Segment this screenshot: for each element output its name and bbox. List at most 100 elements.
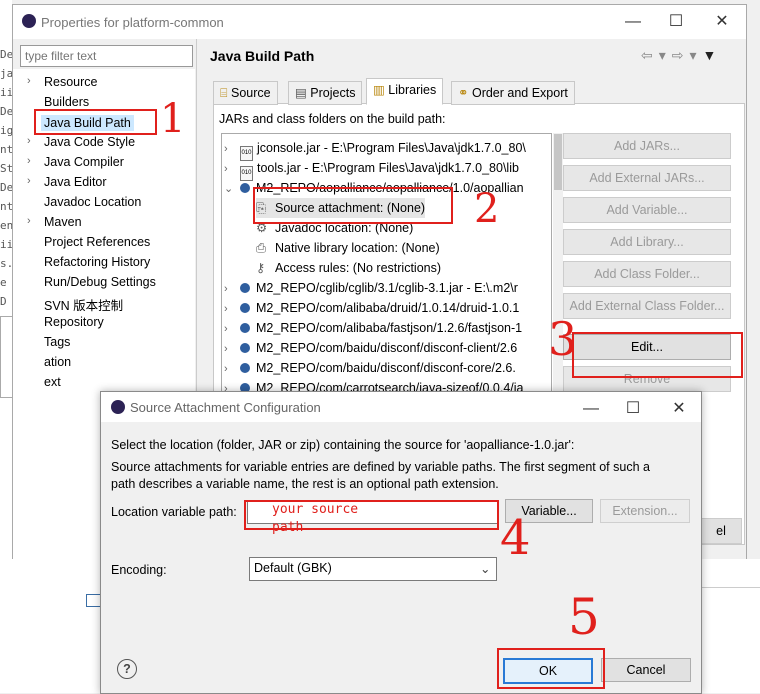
annotation-step-2: 2	[474, 186, 500, 232]
jar-row-label: Access rules: (No restrictions)	[275, 261, 442, 275]
nav-item[interactable]: Java Editor	[44, 175, 107, 189]
back-menu-icon[interactable]: ▾	[659, 47, 672, 63]
tab-label: Source	[231, 86, 271, 100]
cancel-button[interactable]: Cancel	[601, 658, 691, 682]
tab-source[interactable]: ⌸ Source	[213, 81, 278, 105]
help-icon[interactable]: ?	[117, 659, 137, 679]
forward-menu-icon[interactable]: ▾	[690, 47, 703, 63]
location-label: Location variable path:	[111, 505, 237, 519]
dialog-minimize-button[interactable]: —	[571, 396, 611, 422]
nav-item[interactable]: Resource	[44, 75, 98, 89]
nav-item[interactable]: Refactoring History	[44, 255, 150, 269]
nav-item[interactable]: SVN 版本控制	[44, 295, 123, 314]
annotation-step-1: 1	[160, 96, 186, 142]
view-menu-icon[interactable]: ▼	[703, 47, 723, 63]
jar-row[interactable]: › M2_REPO/com/alibaba/druid/1.0.14/druid-…	[224, 298, 519, 318]
dialog-description-2: path describes a variable name, the rest…	[111, 477, 499, 491]
jar-row[interactable]: › M2_REPO/com/baidu/disconf/disconf-core/…	[224, 358, 516, 378]
chevron-down-icon[interactable]: ⌄	[480, 561, 490, 576]
source-tab-icon: ⌸	[220, 86, 228, 100]
chevron-right-icon[interactable]: ›	[224, 359, 240, 379]
dialog-close-button[interactable]: ✕	[659, 396, 699, 422]
filter-input[interactable]	[20, 45, 193, 67]
jar-row[interactable]: › M2_REPO/cglib/cglib/3.1/cglib-3.1.jar -…	[224, 278, 518, 298]
jar-list[interactable]: › 010 jconsole.jar - E:\Program Files\Java…	[221, 133, 552, 400]
add-external-jars-button[interactable]: Add External JARs...	[563, 165, 731, 191]
chevron-right-icon[interactable]: ›	[224, 339, 240, 359]
variable-jar-icon	[240, 343, 250, 353]
nav-item[interactable]: ation	[44, 355, 71, 369]
scrollbar-thumb[interactable]	[554, 134, 562, 190]
chevron-right-icon[interactable]: ›	[27, 215, 31, 227]
nav-item[interactable]: Run/Debug Settings	[44, 275, 156, 289]
eclipse-icon	[111, 400, 125, 414]
nav-item[interactable]: Tags	[44, 335, 70, 349]
jar-row[interactable]: › M2_REPO/com/baidu/disconf/disconf-clien…	[224, 338, 517, 358]
nav-item[interactable]: Repository	[44, 315, 104, 329]
nav-item[interactable]: Javadoc Location	[44, 195, 141, 209]
tab-label: Order and Export	[471, 86, 568, 100]
variable-jar-icon	[240, 323, 250, 333]
add-variable-button[interactable]: Add Variable...	[563, 197, 731, 223]
order-tab-icon: ⚭	[458, 86, 469, 100]
jar-row-label: Native library location: (None)	[275, 241, 440, 255]
nav-item[interactable]: ext	[44, 375, 61, 389]
annotation-source-hint-1: your source	[272, 502, 359, 517]
chevron-down-icon[interactable]: ⌄	[224, 179, 240, 199]
maximize-button[interactable]: ☐	[656, 9, 696, 35]
nav-item[interactable]: Java Code Style	[44, 135, 135, 149]
minimize-button[interactable]: —	[613, 9, 653, 35]
add-external-class-folder-button[interactable]: Add External Class Folder...	[563, 293, 731, 319]
chevron-right-icon[interactable]: ›	[224, 139, 240, 159]
variable-jar-icon	[240, 363, 250, 373]
extension-button[interactable]: Extension...	[600, 499, 690, 523]
add-class-folder-button[interactable]: Add Class Folder...	[563, 261, 731, 287]
jar-row[interactable]: ⎙ Native library location: (None)	[256, 238, 440, 258]
jar-row[interactable]: ⚷ Access rules: (No restrictions)	[256, 258, 441, 278]
jar-row-label: M2_REPO/com/baidu/disconf/disconf-client…	[256, 341, 518, 355]
attribute-icon: ⚷	[256, 261, 266, 275]
tab-order-export[interactable]: ⚭ Order and Export	[451, 81, 575, 105]
add-jars-button[interactable]: Add JARs...	[563, 133, 731, 159]
encoding-value: Default (GBK)	[254, 561, 332, 575]
dialog-instruction: Select the location (folder, JAR or zip)…	[111, 438, 575, 452]
dialog-maximize-button[interactable]: ☐	[613, 396, 653, 422]
chevron-right-icon[interactable]: ›	[224, 299, 240, 319]
jar-row[interactable]: › 010 jconsole.jar - E:\Program Files\Java…	[224, 138, 526, 161]
tab-projects[interactable]: ▤ Projects	[288, 81, 363, 105]
nav-item[interactable]: Maven	[44, 215, 82, 229]
attribute-icon: ⎙	[256, 241, 267, 255]
close-button[interactable]: ✕	[702, 9, 742, 35]
jar-row[interactable]: › 010 tools.jar - E:\Program Files\Java\jd…	[224, 158, 519, 181]
encoding-select[interactable]: Default (GBK) ⌄	[249, 557, 497, 581]
nav-item[interactable]: Builders	[44, 95, 89, 109]
chevron-right-icon[interactable]: ›	[27, 135, 31, 147]
chevron-right-icon[interactable]: ›	[27, 175, 31, 187]
add-library-button[interactable]: Add Library...	[563, 229, 731, 255]
annotation-box-edit	[572, 332, 743, 378]
encoding-label: Encoding:	[111, 563, 167, 577]
jar-row-label: M2_REPO/com/alibaba/druid/1.0.14/druid-1…	[256, 301, 520, 315]
cancel-button-partial[interactable]: el	[700, 518, 742, 544]
jar-row-label: M2_REPO/com/alibaba/fastjson/1.2.6/fastj…	[256, 321, 523, 335]
title-bar: Properties for platform-common — ☐ ✕	[13, 5, 746, 39]
chevron-right-icon[interactable]: ›	[224, 319, 240, 339]
eclipse-icon	[22, 14, 36, 28]
nav-item[interactable]: Project References	[44, 235, 150, 249]
tab-libraries[interactable]: ▥ Libraries	[366, 78, 444, 105]
annotation-box-source-attachment	[253, 187, 453, 224]
chevron-right-icon[interactable]: ›	[224, 159, 240, 179]
projects-tab-icon: ▤	[295, 86, 307, 100]
back-icon[interactable]: ⇦	[641, 47, 659, 63]
tab-label: Projects	[310, 86, 356, 100]
chevron-right-icon[interactable]: ›	[27, 155, 31, 167]
jar-row[interactable]: › M2_REPO/com/alibaba/fastjson/1.2.6/fast…	[224, 318, 522, 338]
variable-jar-icon	[240, 183, 250, 193]
chevron-right-icon[interactable]: ›	[27, 75, 31, 87]
nav-item[interactable]: Java Compiler	[44, 155, 124, 169]
chevron-right-icon[interactable]: ›	[224, 279, 240, 299]
libraries-tab-icon: ▥	[373, 83, 385, 97]
jar-list-caption: JARs and class folders on the build path…	[219, 112, 446, 126]
dialog-description-1: Source attachments for variable entries …	[111, 460, 650, 474]
forward-icon[interactable]: ⇨	[672, 47, 690, 63]
